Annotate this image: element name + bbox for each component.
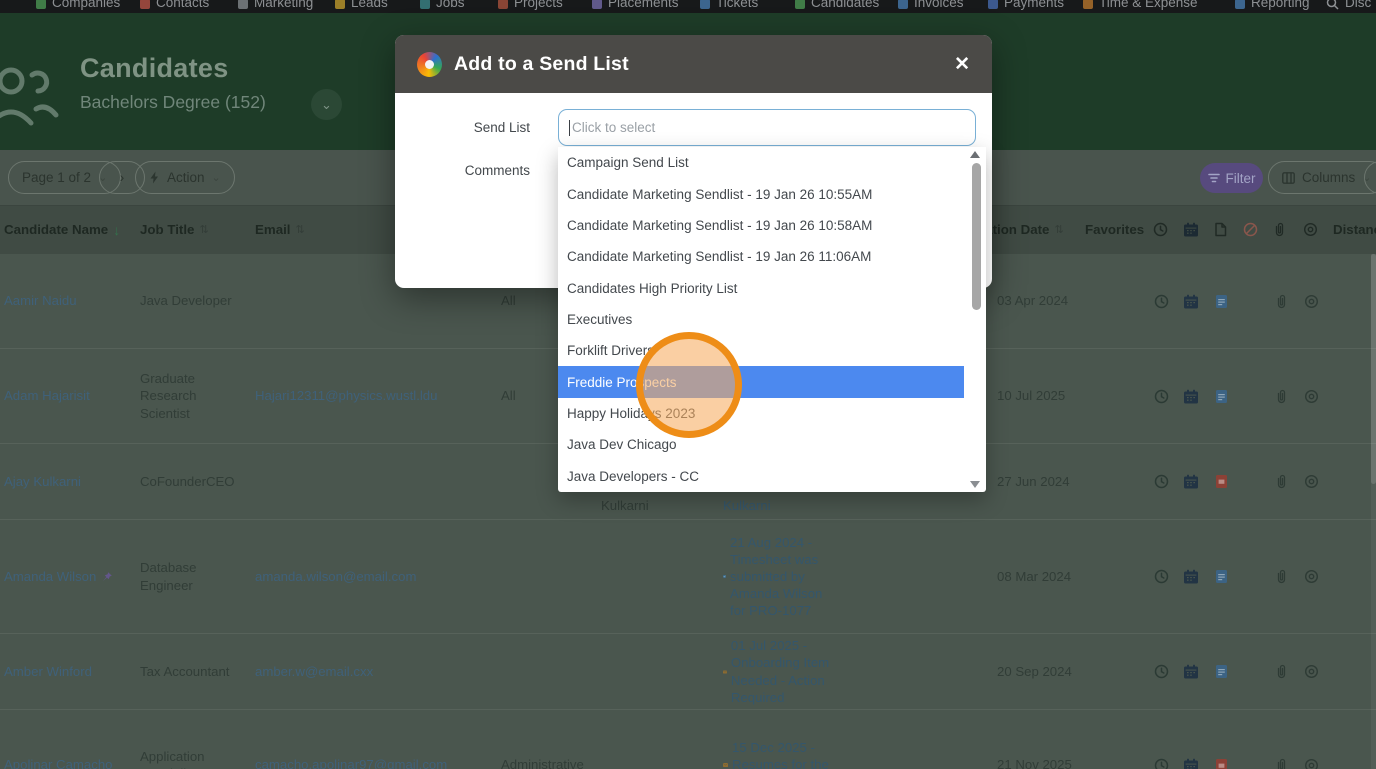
send-list-option[interactable]: Candidate Marketing Sendlist - 19 Jan 26…: [558, 178, 986, 209]
send-list-option[interactable]: Forklift Drivers: [558, 335, 986, 366]
send-list-label: Send List: [473, 120, 530, 135]
send-list-option[interactable]: Candidates High Priority List: [558, 272, 986, 303]
send-list-dropdown: Campaign Send List Candidate Marketing Se…: [558, 147, 986, 492]
scroll-down-icon[interactable]: [970, 481, 980, 488]
send-list-option[interactable]: Java Developers - CC: [558, 460, 986, 491]
send-list-option[interactable]: Candidate Marketing Sendlist - 19 Jan 26…: [558, 241, 986, 272]
send-list-option[interactable]: Freddie Prospects: [558, 366, 964, 398]
page: Companies Contacts Marketing Leads Jobs Proje…: [0, 0, 1376, 769]
send-list-option[interactable]: Campaign Send List: [558, 147, 986, 178]
close-icon[interactable]: ✕: [954, 55, 970, 74]
send-list-option[interactable]: Java Dev Chicago: [558, 429, 986, 460]
send-list-placeholder: Click to select: [572, 120, 656, 135]
text-cursor: [569, 119, 570, 136]
scroll-up-icon[interactable]: [970, 151, 980, 158]
dropdown-scrollbar-thumb[interactable]: [972, 163, 981, 310]
modal-header[interactable]: Add to a Send List ✕: [395, 35, 992, 93]
modal-title: Add to a Send List: [454, 52, 629, 75]
send-list-select-input[interactable]: Click to select: [558, 109, 976, 146]
comments-label: Comments: [464, 163, 530, 178]
send-list-option[interactable]: Executives: [558, 304, 986, 335]
send-list-option[interactable]: Happy Holidays 2023: [558, 398, 986, 429]
app-logo-icon: [417, 51, 442, 77]
send-list-option[interactable]: Candidate Marketing Sendlist - 19 Jan 26…: [558, 210, 986, 241]
